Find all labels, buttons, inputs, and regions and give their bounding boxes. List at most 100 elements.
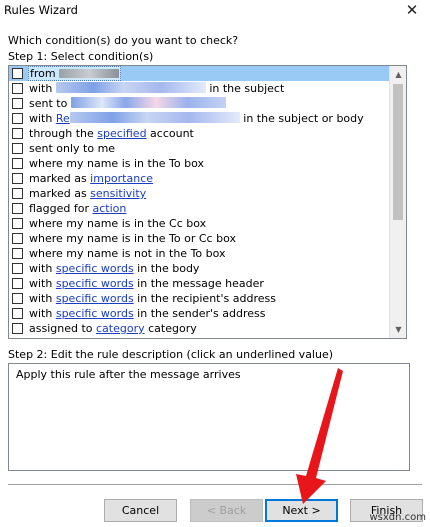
condition-checkbox[interactable] bbox=[12, 248, 23, 259]
condition-checkbox[interactable] bbox=[12, 188, 23, 199]
condition-label: with Re in the subject or body bbox=[28, 112, 365, 127]
condition-item[interactable]: with specific words in the message heade… bbox=[9, 276, 390, 291]
scroll-thumb[interactable] bbox=[393, 84, 403, 220]
scroll-down-icon[interactable]: ▼ bbox=[390, 321, 406, 338]
condition-label: with specific words in the recipient's a… bbox=[28, 292, 277, 307]
condition-label: with specific words in the sender's addr… bbox=[28, 307, 266, 322]
condition-label: from bbox=[28, 66, 122, 81]
close-icon[interactable]: ✕ bbox=[400, 0, 424, 21]
condition-label: where my name is not in the To box bbox=[28, 247, 227, 262]
watermark: wsxdn.com bbox=[369, 512, 426, 523]
condition-text: in the message header bbox=[133, 277, 264, 290]
condition-item[interactable]: with Re in the subject or body bbox=[9, 111, 390, 126]
condition-label: marked as sensitivity bbox=[28, 187, 147, 202]
condition-item[interactable]: where my name is in the To or Cc box bbox=[9, 231, 390, 246]
condition-checkbox[interactable] bbox=[12, 83, 23, 94]
condition-checkbox[interactable] bbox=[12, 278, 23, 289]
condition-text: with bbox=[29, 262, 56, 275]
next-button[interactable]: Next > bbox=[265, 499, 338, 522]
condition-checkbox[interactable] bbox=[12, 113, 23, 124]
condition-item[interactable]: with in the subject bbox=[9, 81, 390, 96]
condition-text: in the sender's address bbox=[133, 307, 266, 320]
condition-label: flagged for action bbox=[28, 202, 127, 217]
condition-checkbox[interactable] bbox=[12, 308, 23, 319]
question-text: Which condition(s) do you want to check? bbox=[8, 34, 239, 47]
rule-description-box[interactable]: Apply this rule after the message arrive… bbox=[8, 363, 410, 471]
title-bar: Rules Wizard ✕ bbox=[0, 0, 430, 22]
condition-item[interactable]: where my name is not in the To box bbox=[9, 246, 390, 261]
condition-checkbox[interactable] bbox=[12, 158, 23, 169]
condition-item[interactable]: marked as importance bbox=[9, 171, 390, 186]
condition-value-link[interactable]: specific words bbox=[56, 277, 134, 290]
condition-checkbox[interactable] bbox=[12, 143, 23, 154]
condition-label: with specific words in the body bbox=[28, 262, 200, 277]
condition-text: where my name is in the To or Cc box bbox=[29, 232, 236, 245]
condition-text: marked as bbox=[29, 172, 91, 185]
condition-text: with bbox=[29, 82, 56, 95]
redacted-value bbox=[59, 69, 120, 78]
condition-label: where my name is in the To box bbox=[28, 157, 205, 172]
condition-text: assigned to bbox=[29, 322, 96, 335]
redacted-value bbox=[69, 112, 240, 123]
condition-checkbox[interactable] bbox=[12, 323, 23, 334]
condition-label: with specific words in the message heade… bbox=[28, 277, 265, 292]
condition-value-link[interactable]: sensitivity bbox=[90, 187, 146, 200]
condition-item[interactable]: with specific words in the sender's addr… bbox=[9, 306, 390, 321]
condition-text: in the subject bbox=[205, 82, 285, 95]
condition-text: sent to bbox=[29, 97, 71, 110]
window-title: Rules Wizard bbox=[4, 3, 78, 17]
step2-label: Step 2: Edit the rule description (click… bbox=[8, 348, 334, 361]
condition-item[interactable]: flagged for action bbox=[9, 201, 390, 216]
rule-description-text: Apply this rule after the message arrive… bbox=[16, 368, 241, 381]
condition-checkbox[interactable] bbox=[12, 263, 23, 274]
redacted-value bbox=[70, 97, 226, 108]
condition-value-link[interactable]: category bbox=[96, 322, 145, 335]
condition-checkbox[interactable] bbox=[12, 68, 23, 79]
condition-text: with bbox=[29, 307, 56, 320]
condition-value-link[interactable]: specified bbox=[97, 127, 146, 140]
back-button[interactable]: < Back bbox=[190, 499, 263, 522]
condition-item[interactable]: marked as sensitivity bbox=[9, 186, 390, 201]
condition-text: flagged for bbox=[29, 202, 93, 215]
condition-checkbox[interactable] bbox=[12, 173, 23, 184]
condition-text: in the body bbox=[133, 262, 200, 275]
condition-text: in the subject or body bbox=[239, 112, 364, 125]
condition-value-link[interactable]: specific words bbox=[56, 292, 134, 305]
condition-checkbox[interactable] bbox=[12, 218, 23, 229]
condition-checkbox[interactable] bbox=[12, 293, 23, 304]
condition-item[interactable]: with specific words in the body bbox=[9, 261, 390, 276]
condition-label: where my name is in the To or Cc box bbox=[28, 232, 237, 247]
conditions-list: from with in the subject sent to with Re … bbox=[9, 66, 390, 336]
condition-item[interactable]: through the specified account bbox=[9, 126, 390, 141]
condition-text: where my name is in the Cc box bbox=[29, 217, 207, 230]
condition-value-link[interactable]: action bbox=[93, 202, 127, 215]
condition-item[interactable]: sent only to me bbox=[9, 141, 390, 156]
condition-item[interactable]: where my name is in the Cc box bbox=[9, 216, 390, 231]
step1-label: Step 1: Select condition(s) bbox=[8, 50, 154, 63]
conditions-scrollbar[interactable]: ▲ ▼ bbox=[389, 66, 406, 338]
conditions-listbox[interactable]: from with in the subject sent to with Re … bbox=[8, 65, 407, 339]
condition-item[interactable]: assigned to category category bbox=[9, 321, 390, 336]
condition-checkbox[interactable] bbox=[12, 203, 23, 214]
condition-checkbox[interactable] bbox=[12, 233, 23, 244]
condition-value-link[interactable]: Re bbox=[56, 112, 70, 125]
condition-checkbox[interactable] bbox=[12, 128, 23, 139]
condition-text: category bbox=[144, 322, 197, 335]
condition-item[interactable]: sent to bbox=[9, 96, 390, 111]
condition-label: marked as importance bbox=[28, 172, 154, 187]
condition-label: sent only to me bbox=[28, 142, 116, 157]
condition-text: through the bbox=[29, 127, 98, 140]
condition-item[interactable]: from bbox=[9, 66, 390, 81]
condition-label: through the specified account bbox=[28, 127, 195, 142]
condition-item[interactable]: where my name is in the To box bbox=[9, 156, 390, 171]
condition-label: where my name is in the Cc box bbox=[28, 217, 207, 232]
condition-value-link[interactable]: specific words bbox=[56, 262, 134, 275]
condition-checkbox[interactable] bbox=[12, 98, 23, 109]
condition-text: with bbox=[29, 277, 56, 290]
cancel-button[interactable]: Cancel bbox=[104, 499, 177, 522]
condition-value-link[interactable]: specific words bbox=[56, 307, 134, 320]
condition-value-link[interactable]: importance bbox=[90, 172, 153, 185]
condition-text: in the recipient's address bbox=[133, 292, 276, 305]
condition-item[interactable]: with specific words in the recipient's a… bbox=[9, 291, 390, 306]
scroll-up-icon[interactable]: ▲ bbox=[390, 66, 406, 83]
